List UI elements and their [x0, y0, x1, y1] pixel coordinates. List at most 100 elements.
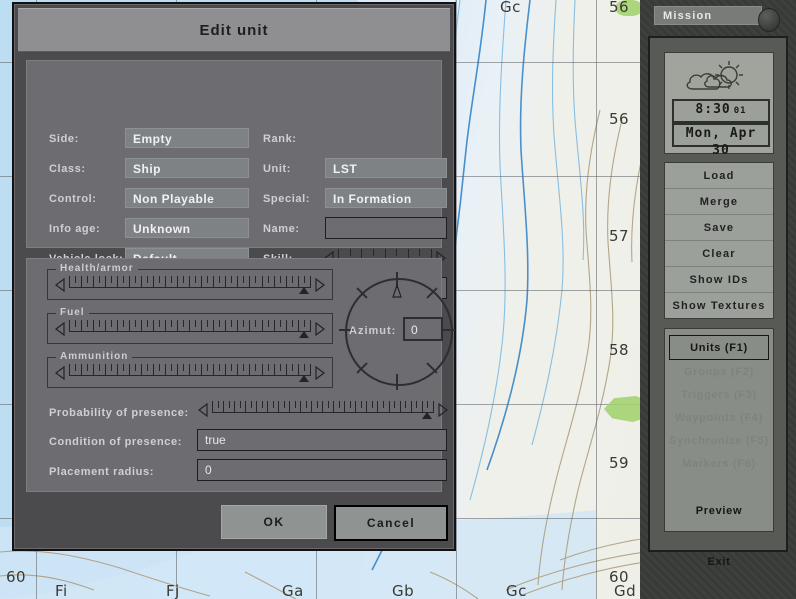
placement-radius-label: Placement radius:: [49, 466, 154, 478]
placement-radius-input[interactable]: 0: [197, 459, 447, 481]
mission-mode-combo[interactable]: Mission: [654, 6, 762, 25]
mission-time-value: 8:30: [695, 102, 731, 117]
edit-unit-dialog: Edit unit Side: Class: Control: Info age…: [12, 2, 456, 551]
side-combo[interactable]: Empty: [125, 128, 249, 148]
compass-needle-icon: [392, 284, 402, 298]
clear-button[interactable]: Clear: [665, 241, 773, 267]
mode-synchronize[interactable]: Synchronize (F5): [665, 429, 773, 452]
unit-label: Unit:: [263, 163, 292, 175]
mission-time-seconds: 01: [733, 106, 747, 116]
info-age-combo[interactable]: Unknown: [125, 218, 249, 238]
probability-label: Probability of presence:: [49, 407, 189, 419]
probability-slider-handle[interactable]: [422, 412, 433, 419]
editor-sidebar: Mission 8:3001 Mon, Apr 30 Load Merge S: [640, 0, 796, 599]
fuel-slider-right-arrow-icon[interactable]: [314, 322, 326, 336]
map-grid-label: Ga: [282, 582, 304, 599]
probability-slider-left-arrow-icon[interactable]: [197, 403, 209, 417]
fuel-slider-handle[interactable]: [298, 331, 309, 338]
class-combo[interactable]: Ship: [125, 158, 249, 178]
mission-date-field[interactable]: Mon, Apr 30: [672, 123, 770, 158]
control-label: Control:: [49, 193, 97, 205]
map-grid-label: 56: [609, 110, 630, 128]
show-ids-button[interactable]: Show IDs: [665, 267, 773, 293]
unit-state-panel: Health/armor Fuel Ammunition Azimut: 0 P…: [26, 258, 455, 492]
condition-input[interactable]: true: [197, 429, 447, 451]
exit-button[interactable]: Exit: [665, 550, 773, 573]
mode-triggers[interactable]: Triggers (F3): [665, 383, 773, 406]
ok-button[interactable]: OK: [221, 505, 327, 539]
mission-weather-box: 8:30 01 Mon, Apr 30: [664, 52, 774, 158]
map-grid-label: 56: [609, 0, 630, 16]
mode-units[interactable]: Units (F1): [669, 335, 769, 360]
zoom-knob[interactable]: [758, 8, 780, 32]
mode-markers[interactable]: Markers (F6): [665, 452, 773, 475]
health-group: Health/armor: [47, 263, 333, 300]
azimut-widget[interactable]: Azimut: 0: [339, 272, 455, 390]
preview-button[interactable]: Preview: [665, 499, 773, 522]
map-grid-label: Gc: [500, 0, 521, 16]
side-label: Side:: [49, 133, 79, 145]
ammunition-slider-right-arrow-icon[interactable]: [314, 366, 326, 380]
map-grid-label: Gb: [392, 582, 415, 599]
save-button[interactable]: Save: [665, 215, 773, 241]
mission-selector-row: Mission: [654, 6, 782, 32]
special-combo[interactable]: In Formation: [325, 188, 447, 208]
merge-button[interactable]: Merge: [665, 189, 773, 215]
probability-slider[interactable]: [197, 399, 449, 421]
mission-time-field[interactable]: 8:30 01: [672, 99, 770, 123]
info-age-label: Info age:: [49, 223, 101, 235]
azimut-input[interactable]: 0: [403, 317, 443, 341]
class-label: Class:: [49, 163, 86, 175]
ammunition-slider[interactable]: [54, 362, 326, 384]
dialog-button-row: OK Cancel: [14, 505, 454, 541]
mode-waypoints[interactable]: Waypoints (F4): [665, 406, 773, 429]
mission-actions-list: Load Merge Save Clear Show IDs Show Text…: [664, 162, 774, 319]
unit-properties-panel: Side: Class: Control: Info age: Vehicle …: [26, 60, 447, 299]
fuel-slider-track[interactable]: [69, 318, 311, 340]
ammunition-slider-track[interactable]: [69, 362, 311, 384]
dialog-title: Edit unit: [199, 21, 269, 39]
special-label: Special:: [263, 193, 310, 205]
azimut-label: Azimut:: [349, 325, 397, 337]
condition-label: Condition of presence:: [49, 436, 182, 448]
map-grid-label: Fj: [166, 582, 180, 599]
map-grid-label: 58: [609, 341, 630, 359]
dialog-titlebar: Edit unit: [18, 8, 450, 52]
map-gridline-v: [596, 0, 597, 599]
map-grid-label: 59: [609, 454, 630, 472]
unit-combo[interactable]: LST: [325, 158, 447, 178]
fuel-slider-left-arrow-icon[interactable]: [54, 322, 66, 336]
compass-tick-s: [396, 374, 398, 390]
ammunition-slider-handle[interactable]: [298, 375, 309, 382]
health-group-label: Health/armor: [56, 263, 138, 274]
fuel-slider[interactable]: [54, 318, 326, 340]
map-grid-label: 60: [6, 568, 27, 586]
rank-label: Rank:: [263, 133, 297, 145]
show-textures-button[interactable]: Show Textures: [665, 293, 773, 318]
sidebar-frame: 8:30 01 Mon, Apr 30 Load Merge Save Clear…: [648, 36, 788, 568]
map-grid-label: Gd: [614, 582, 637, 599]
health-slider-track[interactable]: [69, 274, 311, 296]
health-slider-left-arrow-icon[interactable]: [54, 278, 66, 292]
fuel-group: Fuel: [47, 307, 333, 344]
control-combo[interactable]: Non Playable: [125, 188, 249, 208]
ammunition-slider-left-arrow-icon[interactable]: [54, 366, 66, 380]
fuel-group-label: Fuel: [56, 307, 89, 318]
name-input[interactable]: [325, 217, 447, 239]
map-grid-label: 57: [609, 227, 630, 245]
mode-groups[interactable]: Groups (F2): [665, 360, 773, 383]
health-slider-right-arrow-icon[interactable]: [314, 278, 326, 292]
map-grid-label: Gc: [506, 582, 527, 599]
editor-modes-list: Units (F1) Groups (F2) Triggers (F3) Way…: [664, 328, 774, 568]
load-button[interactable]: Load: [665, 163, 773, 189]
probability-slider-track[interactable]: [212, 399, 434, 421]
name-label: Name:: [263, 223, 300, 235]
health-slider-handle[interactable]: [298, 287, 309, 294]
health-slider[interactable]: [54, 274, 326, 296]
map-gridline-v: [456, 0, 457, 599]
ammunition-group-label: Ammunition: [56, 351, 133, 362]
ammunition-group: Ammunition: [47, 351, 333, 388]
probability-slider-right-arrow-icon[interactable]: [437, 403, 449, 417]
cancel-button[interactable]: Cancel: [334, 505, 448, 541]
sun-behind-clouds-icon: [686, 61, 743, 90]
